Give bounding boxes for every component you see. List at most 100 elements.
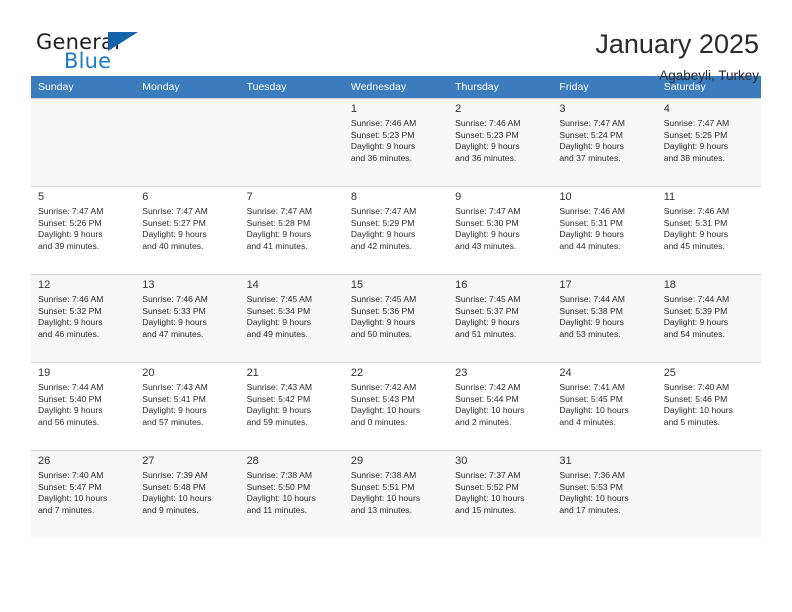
sunset-text: Sunset: 5:52 PM <box>455 481 519 492</box>
daylight-text-line2: and 56 minutes. <box>38 416 100 427</box>
sunrise-text: Sunrise: 7:43 AM <box>246 382 313 392</box>
calendar-day-cell[interactable]: 8 Sunrise: 7:47 AM Sunset: 5:29 PM Daylight… <box>343 186 449 274</box>
daylight-text-line2: and 36 minutes. <box>350 152 412 163</box>
daylight-text-line1: Daylight: 10 hours <box>663 405 733 416</box>
calendar-day-cell[interactable]: 16 Sunrise: 7:45 AM Sunset: 5:37 PM Dayligh… <box>448 274 553 362</box>
day-sun-info: Sunrise: 7:36 AM Sunset: 5:53 PM Daylight:… <box>559 470 650 516</box>
calendar-day-cell[interactable]: 17 Sunrise: 7:44 AM Sunset: 5:38 PM Dayligh… <box>552 274 657 362</box>
calendar-day-cell[interactable]: 3 Sunrise: 7:47 AM Sunset: 5:24 PM Daylight… <box>552 98 657 186</box>
daylight-text-line1: Daylight: 9 hours <box>142 317 207 328</box>
day-number: 15 <box>350 279 364 291</box>
calendar-cell-content: 25 Sunrise: 7:40 AM Sunset: 5:46 PM Dayligh… <box>656 362 761 450</box>
sunrise-text: Sunrise: 7:44 AM <box>559 294 625 304</box>
calendar-day-cell[interactable]: 9 Sunrise: 7:47 AM Sunset: 5:30 PM Daylight… <box>448 186 553 274</box>
calendar-day-cell[interactable]: 7 Sunrise: 7:47 AM Sunset: 5:28 PM Daylight… <box>239 186 344 274</box>
day-sun-info: Sunrise: 7:47 AM Sunset: 5:24 PM Daylight:… <box>559 118 650 164</box>
calendar-day-cell[interactable]: 2 Sunrise: 7:46 AM Sunset: 5:23 PM Daylight… <box>448 98 553 186</box>
daylight-text-line2: and 59 minutes. <box>246 416 308 427</box>
sunrise-text: Sunrise: 7:43 AM <box>142 382 208 392</box>
day-number: 12 <box>38 279 51 291</box>
daylight-text-line2: and 40 minutes. <box>142 240 204 251</box>
daylight-text-line1: Daylight: 9 hours <box>350 229 416 240</box>
calendar-cell-empty <box>656 450 761 538</box>
day-number: 28 <box>246 455 259 467</box>
calendar-week-row: 12 Sunrise: 7:46 AM Sunset: 5:32 PM Dayligh… <box>31 274 761 362</box>
day-number: 3 <box>559 103 566 115</box>
day-sun-info: Sunrise: 7:40 AM Sunset: 5:46 PM Daylight:… <box>664 382 755 428</box>
day-number: 1 <box>350 103 357 115</box>
day-number: 31 <box>559 455 572 467</box>
sunset-text: Sunset: 5:32 PM <box>38 305 102 316</box>
day-sun-info: Sunrise: 7:40 AM Sunset: 5:47 PM Daylight:… <box>38 470 129 516</box>
daylight-text-line2: and 38 minutes. <box>663 152 725 163</box>
sunrise-text: Sunrise: 7:40 AM <box>38 470 104 480</box>
page-header: General Blue January 2025 Agabeyli, Turk… <box>31 0 761 83</box>
day-number: 21 <box>246 367 259 379</box>
calendar-day-cell[interactable]: 12 Sunrise: 7:46 AM Sunset: 5:32 PM Dayligh… <box>31 274 136 362</box>
day-sun-info: Sunrise: 7:45 AM Sunset: 5:34 PM Daylight:… <box>247 294 338 340</box>
weekday-header-thursday: Thursday <box>448 76 553 98</box>
calendar-day-cell[interactable]: 29 Sunrise: 7:38 AM Sunset: 5:51 PM Dayligh… <box>343 450 449 538</box>
sunset-text: Sunset: 5:24 PM <box>559 129 623 140</box>
daylight-text-line2: and 43 minutes. <box>455 240 517 251</box>
sunset-text: Sunset: 5:23 PM <box>350 129 415 140</box>
sunrise-text: Sunrise: 7:47 AM <box>663 118 730 128</box>
day-sun-info: Sunrise: 7:37 AM Sunset: 5:52 PM Daylight:… <box>455 470 546 516</box>
sunset-text: Sunset: 5:51 PM <box>350 481 415 492</box>
daylight-text-line1: Daylight: 9 hours <box>246 317 312 328</box>
calendar-cell-content: 22 Sunrise: 7:42 AM Sunset: 5:43 PM Dayligh… <box>343 362 449 450</box>
calendar-day-cell[interactable]: 13 Sunrise: 7:46 AM Sunset: 5:33 PM Dayligh… <box>135 274 240 362</box>
calendar-day-cell[interactable]: 22 Sunrise: 7:42 AM Sunset: 5:43 PM Dayligh… <box>343 362 449 450</box>
daylight-text-line2: and 0 minutes. <box>350 416 408 427</box>
calendar-day-cell[interactable]: 20 Sunrise: 7:43 AM Sunset: 5:41 PM Dayligh… <box>135 362 240 450</box>
calendar-day-cell[interactable]: 11 Sunrise: 7:46 AM Sunset: 5:31 PM Dayligh… <box>656 186 761 274</box>
calendar-day-cell[interactable]: 14 Sunrise: 7:45 AM Sunset: 5:34 PM Dayligh… <box>239 274 344 362</box>
calendar-day-cell[interactable]: 6 Sunrise: 7:47 AM Sunset: 5:27 PM Daylight… <box>135 186 240 274</box>
day-sun-info: Sunrise: 7:41 AM Sunset: 5:45 PM Daylight:… <box>559 382 650 428</box>
daylight-text-line2: and 2 minutes. <box>455 416 512 427</box>
sunrise-text: Sunrise: 7:46 AM <box>559 206 625 216</box>
calendar-cell-content: 21 Sunrise: 7:43 AM Sunset: 5:42 PM Dayligh… <box>239 362 344 450</box>
day-number: 9 <box>455 191 462 203</box>
daylight-text-line1: Daylight: 9 hours <box>455 141 520 152</box>
day-number: 25 <box>663 367 676 379</box>
calendar-day-cell[interactable]: 5 Sunrise: 7:47 AM Sunset: 5:26 PM Daylight… <box>31 186 136 274</box>
daylight-text-line1: Daylight: 9 hours <box>246 229 312 240</box>
daylight-text-line1: Daylight: 9 hours <box>559 229 624 240</box>
calendar-cell-content: 27 Sunrise: 7:39 AM Sunset: 5:48 PM Dayligh… <box>135 450 240 538</box>
calendar-week-row: 26 Sunrise: 7:40 AM Sunset: 5:47 PM Dayligh… <box>31 450 761 538</box>
calendar-cell-content: 8 Sunrise: 7:47 AM Sunset: 5:29 PM Daylight… <box>343 186 449 274</box>
calendar-day-cell[interactable]: 30 Sunrise: 7:37 AM Sunset: 5:52 PM Dayligh… <box>448 450 553 538</box>
daylight-text-line1: Daylight: 9 hours <box>559 317 624 328</box>
calendar-day-cell[interactable]: 23 Sunrise: 7:42 AM Sunset: 5:44 PM Dayligh… <box>448 362 553 450</box>
day-sun-info: Sunrise: 7:46 AM Sunset: 5:23 PM Daylight:… <box>351 118 442 164</box>
calendar-day-cell[interactable]: 15 Sunrise: 7:45 AM Sunset: 5:36 PM Dayligh… <box>343 274 449 362</box>
calendar-day-cell[interactable]: 27 Sunrise: 7:39 AM Sunset: 5:48 PM Dayligh… <box>135 450 240 538</box>
calendar-day-cell[interactable]: 19 Sunrise: 7:44 AM Sunset: 5:40 PM Dayligh… <box>31 362 136 450</box>
sunrise-text: Sunrise: 7:47 AM <box>142 206 208 216</box>
calendar-day-cell[interactable]: 10 Sunrise: 7:46 AM Sunset: 5:31 PM Dayligh… <box>552 186 657 274</box>
calendar-cell-content: 12 Sunrise: 7:46 AM Sunset: 5:32 PM Dayligh… <box>31 274 136 362</box>
day-number: 6 <box>142 191 149 203</box>
daylight-text-line2: and 9 minutes. <box>142 504 199 515</box>
triangle-logo-icon <box>108 32 138 51</box>
general-blue-logo[interactable]: General Blue <box>36 28 166 76</box>
day-sun-info: Sunrise: 7:45 AM Sunset: 5:37 PM Daylight:… <box>455 294 546 340</box>
calendar-day-cell[interactable]: 25 Sunrise: 7:40 AM Sunset: 5:46 PM Dayligh… <box>656 362 761 450</box>
sunset-text: Sunset: 5:42 PM <box>246 393 311 404</box>
calendar-day-cell[interactable]: 26 Sunrise: 7:40 AM Sunset: 5:47 PM Dayligh… <box>31 450 136 538</box>
calendar-day-cell[interactable]: 4 Sunrise: 7:47 AM Sunset: 5:25 PM Daylight… <box>656 98 761 186</box>
daylight-text-line2: and 15 minutes. <box>455 504 517 515</box>
calendar-day-cell[interactable]: 21 Sunrise: 7:43 AM Sunset: 5:42 PM Dayligh… <box>239 362 344 450</box>
calendar-day-cell[interactable]: 24 Sunrise: 7:41 AM Sunset: 5:45 PM Dayligh… <box>552 362 657 450</box>
calendar-day-cell[interactable]: 1 Sunrise: 7:46 AM Sunset: 5:23 PM Daylight… <box>343 98 449 186</box>
calendar-day-cell[interactable]: 18 Sunrise: 7:44 AM Sunset: 5:39 PM Dayligh… <box>656 274 761 362</box>
sunset-text: Sunset: 5:45 PM <box>559 393 623 404</box>
sunset-text: Sunset: 5:46 PM <box>663 393 728 404</box>
daylight-text-line1: Daylight: 9 hours <box>663 141 729 152</box>
day-number: 18 <box>663 279 676 291</box>
sunrise-text: Sunrise: 7:42 AM <box>350 382 417 392</box>
calendar-day-cell[interactable]: 28 Sunrise: 7:38 AM Sunset: 5:50 PM Dayligh… <box>239 450 344 538</box>
calendar-day-cell[interactable]: 31 Sunrise: 7:36 AM Sunset: 5:53 PM Dayligh… <box>552 450 657 538</box>
sunrise-text: Sunrise: 7:46 AM <box>38 294 104 304</box>
